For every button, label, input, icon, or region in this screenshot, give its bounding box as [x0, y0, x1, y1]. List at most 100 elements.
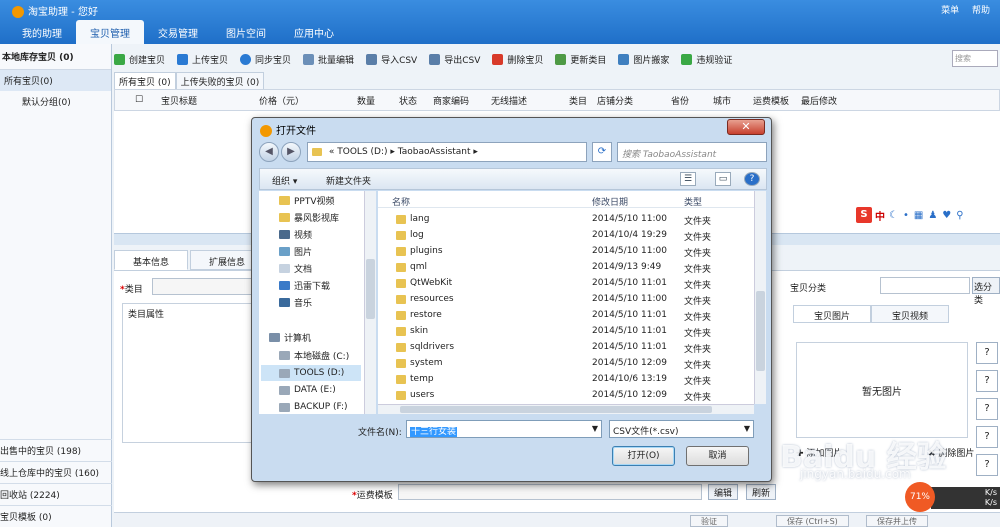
col-wireless-desc[interactable]: 无线描述: [463, 94, 527, 107]
filetype-select[interactable]: CSV文件(*.csv) ▼: [609, 420, 754, 438]
violation-check-button[interactable]: 违规验证: [681, 53, 732, 66]
file-row[interactable]: log 2014/10/4 19:29 文件夹: [378, 228, 754, 244]
help-button[interactable]: 帮助: [972, 6, 990, 16]
batch-edit-button[interactable]: 批量编辑: [303, 53, 354, 66]
menu-button[interactable]: 菜单: [941, 6, 959, 16]
ime-search-icon[interactable]: ⚲: [956, 210, 963, 221]
image-slot-2[interactable]: ?: [976, 370, 998, 392]
select-category-button[interactable]: 选分类: [972, 277, 1000, 306]
organize-menu[interactable]: 组织 ▾: [272, 174, 297, 187]
file-row[interactable]: system 2014/5/10 12:09 文件夹: [378, 356, 754, 372]
nav-documents[interactable]: 文档: [279, 262, 312, 275]
image-slot-1[interactable]: ?: [976, 342, 998, 364]
col-shop-category[interactable]: 店铺分类: [569, 94, 633, 107]
file-row[interactable]: resources 2014/5/10 11:00 文件夹: [378, 292, 754, 308]
col-modified[interactable]: 修改日期: [592, 195, 628, 208]
image-move-button[interactable]: 图片搬家: [618, 53, 669, 66]
file-list-vscrollbar[interactable]: [754, 191, 766, 404]
back-button[interactable]: ◀: [259, 142, 279, 162]
update-category-button[interactable]: 更新类目: [555, 53, 606, 66]
ime-keyboard-icon[interactable]: ▦: [914, 210, 923, 221]
preview-pane-icon[interactable]: ▭: [715, 172, 731, 186]
create-item-button[interactable]: 创建宝贝: [114, 53, 165, 66]
ime-chinese-mode[interactable]: 中: [875, 208, 885, 223]
import-csv-button[interactable]: 导入CSV: [366, 53, 417, 66]
tab-picture-space[interactable]: 图片空间: [212, 20, 280, 44]
file-row[interactable]: lang 2014/5/10 11:00 文件夹: [378, 212, 754, 228]
tab-my-assistant[interactable]: 我的助理: [8, 20, 76, 44]
subtab-all-items[interactable]: 所有宝贝 (0): [114, 72, 176, 89]
upload-item-button[interactable]: 上传宝贝: [177, 53, 228, 66]
category-input[interactable]: [152, 278, 262, 295]
subtab-upload-failed[interactable]: 上传失败的宝贝 (0): [175, 72, 265, 89]
nav-drive-c[interactable]: 本地磁盘 (C:): [279, 349, 349, 362]
tree-item-all[interactable]: 所有宝贝(0): [0, 70, 111, 91]
view-options-icon[interactable]: ☰: [680, 172, 696, 186]
shop-category-input[interactable]: [880, 277, 970, 294]
nav-drive-d[interactable]: TOOLS (D:): [261, 365, 361, 381]
file-row[interactable]: plugins 2014/5/10 11:00 文件夹: [378, 244, 754, 260]
col-city[interactable]: 城市: [671, 94, 731, 107]
col-shipping-template[interactable]: 运费模板: [713, 94, 789, 107]
file-list-hscrollbar[interactable]: [378, 404, 754, 414]
delete-item-button[interactable]: 删除宝贝: [492, 53, 543, 66]
path-segment-drive[interactable]: TOOLS (D:): [337, 147, 387, 157]
filename-input[interactable]: 十三行女装 ▼: [406, 420, 602, 438]
validate-button[interactable]: 验证: [690, 515, 728, 527]
online-warehouse-items[interactable]: 线上仓库中的宝贝 (160): [0, 461, 112, 483]
tab-item-management[interactable]: 宝贝管理: [76, 20, 144, 44]
file-row[interactable]: temp 2014/10/6 13:19 文件夹: [378, 372, 754, 388]
shipping-template-select[interactable]: [398, 484, 702, 500]
forward-button[interactable]: ▶: [281, 142, 301, 162]
dialog-search-input[interactable]: 搜索 TaobaoAssistant: [617, 142, 767, 162]
refresh-button[interactable]: ⟳: [592, 142, 612, 162]
image-slot-3[interactable]: ?: [976, 398, 998, 420]
local-inventory-header[interactable]: 本地库存宝贝 (0): [0, 44, 111, 70]
tab-trade-management[interactable]: 交易管理: [144, 20, 212, 44]
sync-item-button[interactable]: 同步宝贝: [240, 53, 291, 66]
col-status[interactable]: 状态: [357, 94, 417, 107]
ime-moon-icon[interactable]: ☾: [889, 210, 898, 221]
ime-user-icon[interactable]: ♟: [928, 210, 937, 221]
ime-punct-icon[interactable]: •: [903, 210, 909, 221]
nav-music[interactable]: 音乐: [279, 296, 312, 309]
col-quantity[interactable]: 数量: [277, 94, 375, 107]
file-list-hscroll-thumb[interactable]: [400, 406, 712, 413]
cancel-button[interactable]: 取消: [686, 446, 749, 466]
file-list-vscroll-thumb[interactable]: [756, 291, 765, 371]
tab-item-images[interactable]: 宝贝图片: [793, 305, 872, 323]
nav-scroll-thumb[interactable]: [366, 259, 375, 319]
save-button[interactable]: 保存 (Ctrl+S): [776, 515, 849, 527]
network-speed-widget[interactable]: K/s K/s 71%: [905, 482, 1000, 512]
on-sale-items[interactable]: 出售中的宝贝 (198): [0, 439, 112, 461]
nav-pane-scrollbar[interactable]: [364, 191, 376, 414]
recycle-bin[interactable]: 回收站 (2224): [0, 483, 112, 505]
sogou-ime-icon[interactable]: S: [856, 207, 872, 223]
image-slot-4[interactable]: ?: [976, 426, 998, 448]
col-category[interactable]: 类目: [523, 94, 587, 107]
select-all-checkbox[interactable]: ☐: [115, 95, 143, 105]
main-image-box[interactable]: 暂无图片: [796, 342, 968, 438]
nav-computer[interactable]: 计算机: [269, 331, 311, 344]
dialog-close-button[interactable]: ✕: [727, 119, 765, 135]
nav-thunder-downloads[interactable]: 迅雷下载: [279, 279, 330, 292]
file-row[interactable]: sqldrivers 2014/5/10 11:01 文件夹: [378, 340, 754, 356]
export-csv-button[interactable]: 导出CSV: [429, 53, 480, 66]
file-row[interactable]: qml 2014/9/13 9:49 文件夹: [378, 260, 754, 276]
nav-drive-e[interactable]: DATA (E:): [279, 385, 336, 395]
col-last-modified[interactable]: 最后修改: [773, 94, 837, 107]
refresh-shipping-button[interactable]: 刷新: [746, 484, 777, 500]
open-button[interactable]: 打开(O): [612, 446, 675, 466]
nav-videos[interactable]: 视频: [279, 228, 312, 241]
tab-app-center[interactable]: 应用中心: [280, 20, 348, 44]
col-title[interactable]: 宝贝标题: [135, 94, 197, 107]
col-type[interactable]: 类型: [684, 195, 702, 208]
file-row[interactable]: skin 2014/5/10 11:01 文件夹: [378, 324, 754, 340]
col-price[interactable]: 价格（元）: [197, 94, 304, 107]
save-upload-button[interactable]: 保存并上传: [866, 515, 928, 527]
nav-pictures[interactable]: 图片: [279, 245, 312, 258]
item-templates[interactable]: 宝贝模板 (0): [0, 505, 112, 527]
col-province[interactable]: 省份: [629, 94, 689, 107]
col-merchant-code[interactable]: 商家编码: [403, 94, 469, 107]
file-row[interactable]: QtWebKit 2014/5/10 11:01 文件夹: [378, 276, 754, 292]
